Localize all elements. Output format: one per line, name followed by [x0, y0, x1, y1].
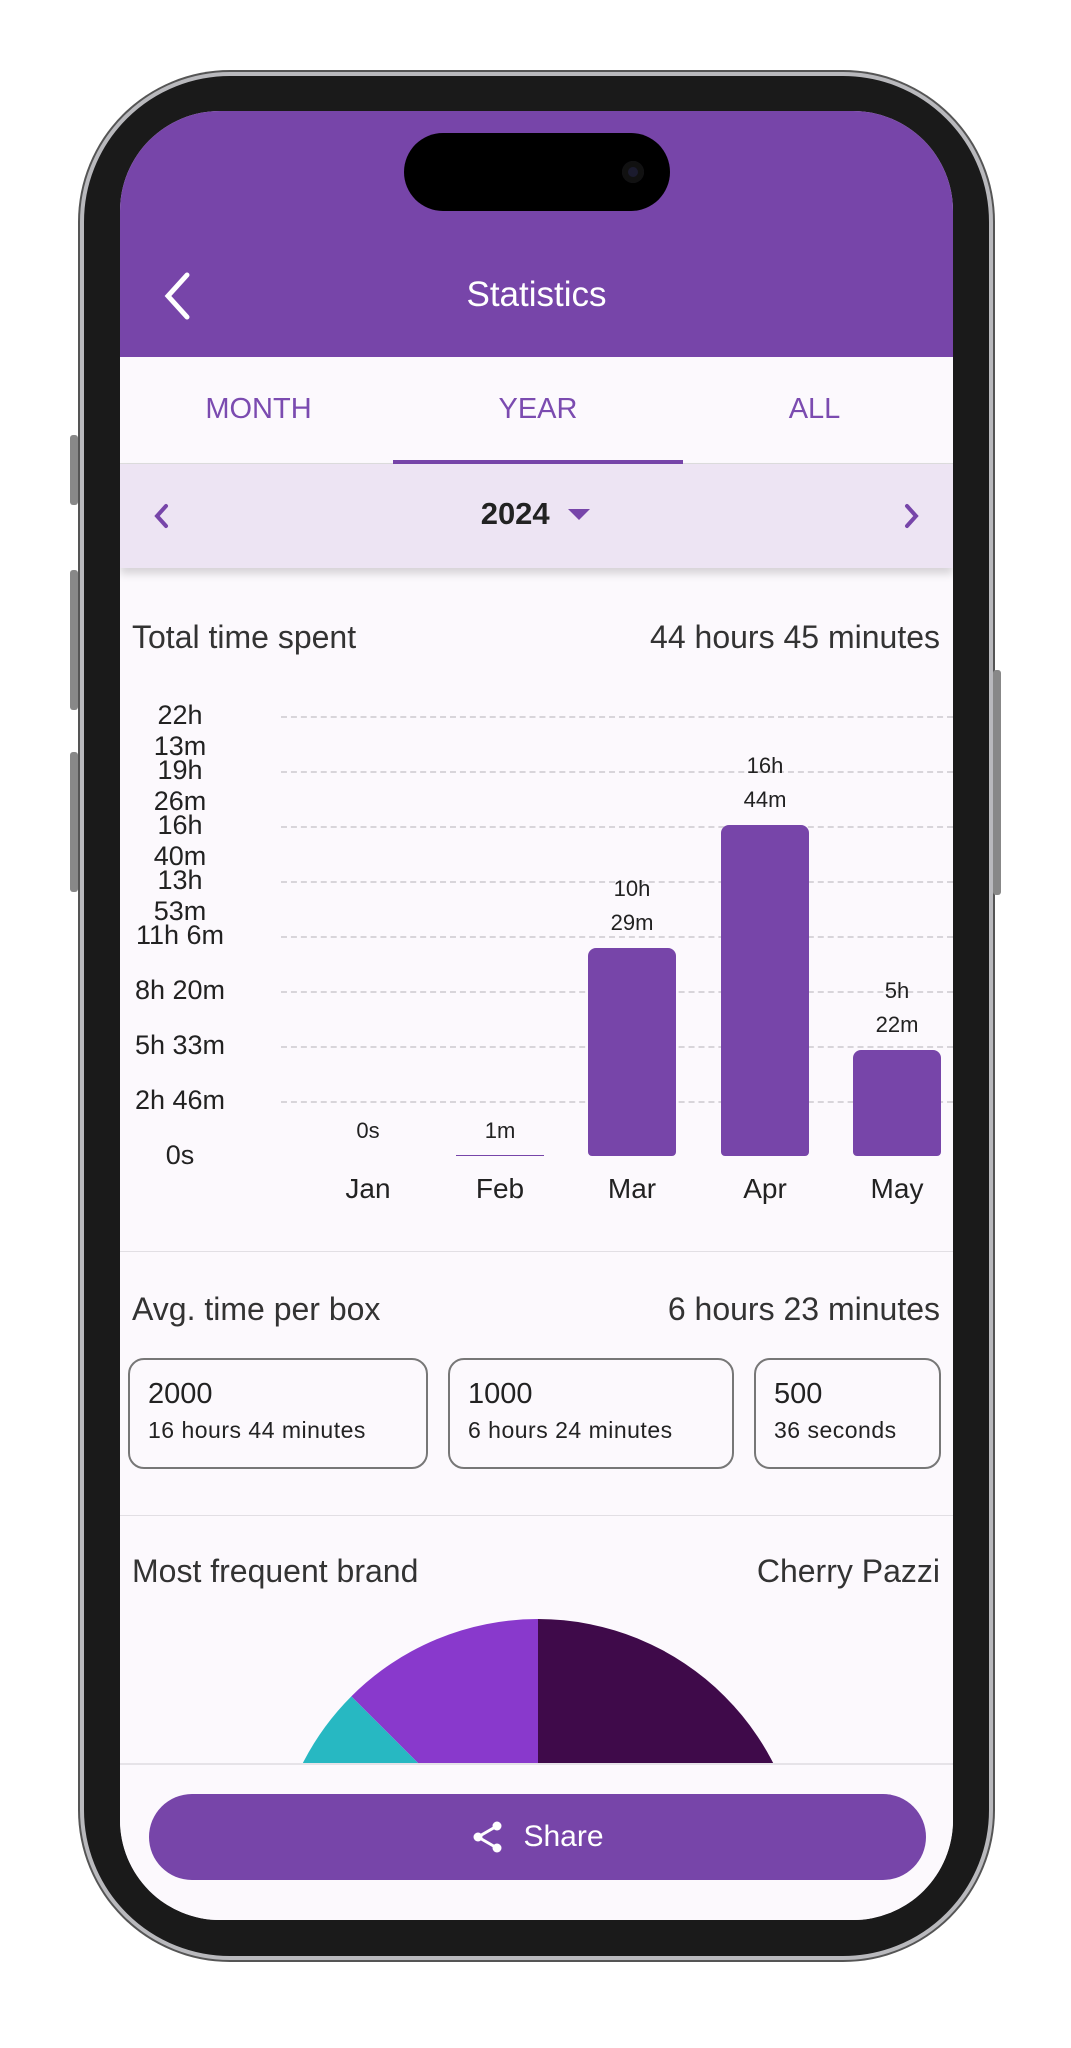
- box-card[interactable]: 2000 16 hours 44 minutes: [128, 1358, 428, 1469]
- brand-label: Most frequent brand: [132, 1553, 419, 1589]
- x-tick-label: Feb: [475, 1173, 525, 1204]
- share-icon: [473, 1821, 502, 1853]
- box-card[interactable]: 1000 6 hours 24 minutes: [448, 1358, 734, 1469]
- x-tick-label: Apr: [743, 1173, 787, 1204]
- value-label: 5h 22m: [875, 977, 919, 1037]
- share-button[interactable]: Share: [149, 1794, 926, 1880]
- box-count: 2000: [148, 1378, 213, 1410]
- y-tick-label: 8h 20m: [134, 975, 226, 1005]
- bar-apr: [721, 824, 809, 1156]
- page-title: Statistics: [466, 275, 607, 314]
- next-year-button[interactable]: [891, 496, 931, 536]
- gridline: [281, 771, 953, 773]
- brand-pie-chart: [298, 1619, 802, 1771]
- bar-may: [853, 1049, 941, 1156]
- power-button: [993, 670, 1001, 895]
- y-tick-label: 19h 26m: [153, 755, 207, 816]
- divider: [120, 1515, 953, 1516]
- tab-all[interactable]: ALL: [676, 357, 953, 464]
- box-count: 1000: [468, 1378, 533, 1410]
- chevron-right-icon: [905, 504, 919, 528]
- share-label: Share: [523, 1820, 604, 1853]
- box-count: 500: [774, 1378, 823, 1410]
- dynamic-island: [404, 133, 670, 211]
- year-value: 2024: [480, 496, 550, 531]
- y-tick-label: 16h 40m: [153, 810, 207, 871]
- total-time-row: Total time spent 44 hours 45 minutes: [132, 619, 940, 656]
- box-time: 36 seconds: [774, 1417, 897, 1443]
- volume-down-button: [70, 752, 78, 892]
- period-selector: 2024: [120, 464, 953, 568]
- avg-time-row: Avg. time per box 6 hours 23 minutes: [132, 1291, 940, 1328]
- avg-time-label: Avg. time per box: [132, 1291, 381, 1327]
- tab-month[interactable]: MONTH: [120, 357, 397, 464]
- box-card[interactable]: 500 36 seconds: [754, 1358, 941, 1469]
- gridline: [281, 826, 953, 828]
- tab-bar: MONTH YEAR ALL: [120, 357, 953, 464]
- caret-down-icon: [568, 509, 591, 520]
- tab-year[interactable]: YEAR: [393, 357, 683, 464]
- y-tick-label: 13h 53m: [153, 865, 207, 926]
- value-label: 0s: [356, 1118, 380, 1143]
- camera-icon: [622, 161, 644, 183]
- year-dropdown[interactable]: 2024: [120, 496, 953, 532]
- mute-switch: [70, 435, 78, 505]
- value-label: 16h 44m: [743, 752, 787, 812]
- brand-value: Cherry Pazzi: [756, 1553, 940, 1589]
- total-time-label: Total time spent: [132, 619, 357, 655]
- value-label: 10h 29m: [610, 876, 654, 936]
- app-screen: Statistics MONTH YEAR ALL 2024 Total tim…: [120, 111, 953, 1920]
- bar-mar: [588, 948, 676, 1156]
- volume-up-button: [70, 570, 78, 710]
- box-time: 16 hours 44 minutes: [148, 1417, 366, 1443]
- y-tick-label: 2h 46m: [134, 1085, 226, 1115]
- divider: [120, 1251, 953, 1252]
- total-time-value: 44 hours 45 minutes: [650, 619, 940, 655]
- box-time: 6 hours 24 minutes: [468, 1417, 673, 1443]
- y-tick-label: 0s: [165, 1140, 195, 1170]
- brand-row: Most frequent brand Cherry Pazzi: [132, 1553, 940, 1590]
- bottom-bar: Share: [120, 1763, 953, 1920]
- x-tick-label: Mar: [607, 1173, 657, 1204]
- value-label: 1m: [484, 1117, 516, 1143]
- avg-time-value: 6 hours 23 minutes: [667, 1291, 940, 1327]
- bar-feb: [456, 1154, 544, 1156]
- x-tick-label: May: [870, 1173, 924, 1204]
- y-tick-label: 5h 33m: [134, 1030, 226, 1060]
- y-tick-label: 22h 13m: [153, 700, 207, 761]
- gridline: [281, 716, 953, 718]
- x-tick-label: Jan: [345, 1173, 391, 1204]
- pie-slice[interactable]: [538, 1619, 802, 1771]
